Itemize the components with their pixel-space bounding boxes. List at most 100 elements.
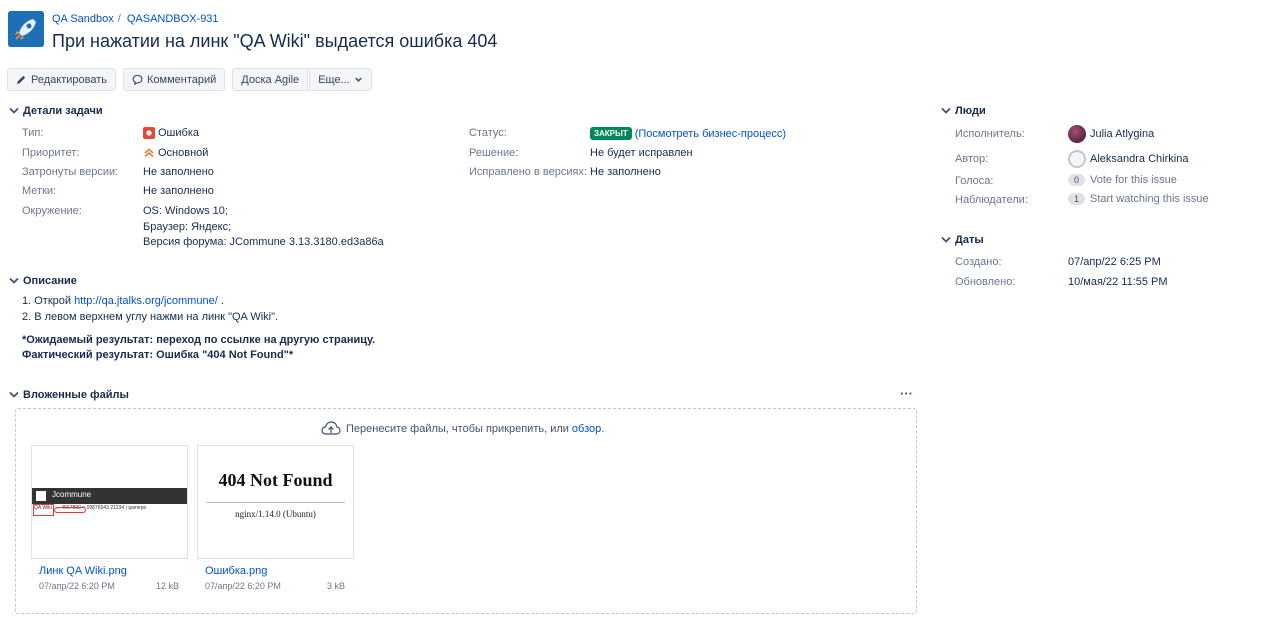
cloud-upload-icon: [321, 421, 341, 435]
bug-icon: [143, 127, 155, 139]
attachments-more-button[interactable]: ···: [900, 386, 913, 401]
agile-board-label: Доска Agile: [241, 73, 300, 86]
chevron-down-icon: [9, 391, 19, 398]
jcommune-header-bar: Jcommune: [32, 488, 187, 504]
browse-link[interactable]: обзор.: [572, 423, 604, 435]
comment-button-label: Комментарий: [147, 73, 217, 86]
details-section-toggle[interactable]: Детали задачи: [8, 105, 103, 117]
resolution-value: Не будет исправлен: [590, 147, 693, 159]
agile-board-button[interactable]: Доска Agile: [232, 68, 309, 91]
rocket-icon: [8, 11, 44, 47]
assignee-value[interactable]: Julia Atlygina: [1068, 125, 1154, 143]
attachment-card[interactable]: 404 Not Found nginx/1.14.0 (Ubuntu) Ошиб…: [197, 445, 354, 595]
description-section-toggle[interactable]: Описание: [8, 275, 77, 287]
attachment-name[interactable]: Ошибка.png: [205, 565, 267, 577]
watch-link: Start watching this issue: [1090, 193, 1209, 205]
watchers-count: 1: [1068, 193, 1086, 205]
priority-major-icon: [144, 148, 154, 158]
thumb-divider: [206, 502, 345, 503]
attachment-thumbnail[interactable]: 404 Not Found nginx/1.14.0 (Ubuntu): [197, 445, 354, 559]
thumb-title: Jcommune: [52, 490, 92, 499]
thumb-subtitle: nginx/1.14.0 (Ubuntu): [235, 509, 316, 519]
resolution-label: Решение:: [469, 147, 519, 159]
attachment-name[interactable]: Линк QA Wiki.png: [39, 565, 127, 577]
created-value: 07/апр/22 6:25 PM: [1068, 256, 1161, 268]
attachment-date: 07/апр/22 6:20 PM: [39, 581, 115, 591]
priority-value: Основной: [143, 147, 208, 159]
priority-label: Приоритет:: [22, 147, 80, 159]
labels-label: Метки:: [22, 185, 57, 197]
fix-versions-value: Не заполнено: [590, 166, 661, 178]
updated-value: 10/мая/22 11:55 PM: [1068, 276, 1168, 288]
thumb-title: 404 Not Found: [218, 470, 333, 490]
votes-value[interactable]: 0 Vote for this issue: [1068, 174, 1177, 186]
reporter-name: Aleksandra Chirkina: [1090, 153, 1189, 165]
project-avatar[interactable]: [8, 11, 44, 47]
type-value: Ошибка: [143, 127, 199, 139]
affects-versions-value: Не заполнено: [143, 166, 214, 178]
status-value: ЗАКРЫТ (Посмотреть бизнес-процесс): [590, 127, 786, 140]
dates-heading: Даты: [955, 234, 984, 246]
status-lozenge: ЗАКРЫТ: [590, 127, 632, 140]
comment-button[interactable]: Комментарий: [123, 68, 226, 91]
issue-title[interactable]: При нажатии на линк "QA Wiki" выдается о…: [52, 31, 497, 52]
avatar: [1068, 125, 1086, 143]
details-heading: Детали задачи: [23, 105, 103, 117]
step-1-suffix: .: [217, 295, 224, 307]
chevron-down-icon: [941, 236, 951, 243]
votes-label: Голоса:: [955, 175, 994, 187]
step-1-prefix: 1. Открой: [22, 295, 75, 307]
highlight-box: [33, 504, 54, 516]
pencil-icon: [16, 75, 26, 85]
jcommune-logo-icon: [36, 491, 46, 501]
environment-line-2: Браузер: Яндекс;: [143, 221, 232, 233]
highlight-arrow: [54, 507, 86, 513]
status-label: Статус:: [469, 127, 507, 139]
more-actions-label: Еще...: [318, 73, 350, 86]
dates-section-toggle[interactable]: Даты: [940, 234, 984, 246]
attachment-card[interactable]: Jcommune QA Wiki | ... 4567890 = 0987654…: [31, 445, 188, 595]
people-heading: Люди: [955, 105, 986, 117]
priority-value-text: Основной: [158, 147, 209, 159]
affects-versions-label: Затронуты версии:: [22, 166, 119, 178]
chevron-down-icon: [355, 77, 362, 82]
type-value-text: Ошибка: [158, 127, 199, 139]
people-section-toggle[interactable]: Люди: [940, 105, 986, 117]
reporter-value[interactable]: Aleksandra Chirkina: [1068, 150, 1188, 168]
attachment-size: 3 kB: [326, 581, 345, 591]
jcommune-link[interactable]: http://qa.jtalks.org/jcommune/: [74, 295, 218, 307]
description-heading: Описание: [23, 275, 77, 287]
breadcrumb-issue-key[interactable]: QASANDBOX-931: [127, 13, 219, 25]
attachment-thumbnail[interactable]: Jcommune QA Wiki | ... 4567890 = 0987654…: [31, 445, 188, 559]
vote-link: Vote for this issue: [1090, 174, 1177, 186]
breadcrumb-project[interactable]: QA Sandbox: [52, 13, 114, 25]
comment-icon: [132, 74, 143, 85]
edit-button-label: Редактировать: [31, 73, 107, 86]
watchers-label: Наблюдатели:: [955, 194, 1028, 206]
attachments-heading: Вложенные файлы: [23, 389, 129, 401]
drop-zone-text: Перенесите файлы, чтобы прикрепить, или …: [321, 421, 604, 436]
environment-line-1: OS: Windows 10;: [143, 205, 228, 217]
created-label: Создано:: [955, 256, 1002, 268]
more-actions-button[interactable]: Еще...: [309, 68, 372, 91]
issue-toolbar: Редактировать Комментарий Доска Agile Ещ…: [7, 68, 379, 91]
attachment-date: 07/апр/22 6:20 PM: [205, 581, 281, 591]
attachments-section-toggle[interactable]: Вложенные файлы: [8, 389, 129, 401]
attachment-size: 12 kB: [155, 581, 179, 591]
labels-value: Не заполнено: [143, 185, 214, 197]
reporter-label: Автор:: [955, 153, 989, 165]
chevron-down-icon: [941, 107, 951, 114]
description-step-2: 2. В левом верхнем углу нажми на линк "Q…: [22, 311, 279, 323]
votes-count: 0: [1068, 174, 1086, 186]
description-step-1: 1. Открой http://qa.jtalks.org/jcommune/…: [22, 295, 224, 307]
edit-button[interactable]: Редактировать: [7, 68, 116, 91]
updated-label: Обновлено:: [955, 276, 1016, 288]
assignee-name: Julia Atlygina: [1090, 128, 1155, 140]
breadcrumb: QA Sandbox / QASANDBOX-931: [52, 13, 219, 25]
drop-zone-label: Перенесите файлы, чтобы прикрепить, или: [346, 422, 569, 435]
watchers-value[interactable]: 1 Start watching this issue: [1068, 193, 1209, 205]
view-workflow-link[interactable]: (Посмотреть бизнес-процесс): [635, 128, 786, 140]
chevron-down-icon: [9, 107, 19, 114]
environment-line-3: Версия форума: JCommune 3.13.3180.ed3a86…: [143, 236, 384, 248]
avatar: [1068, 150, 1086, 168]
